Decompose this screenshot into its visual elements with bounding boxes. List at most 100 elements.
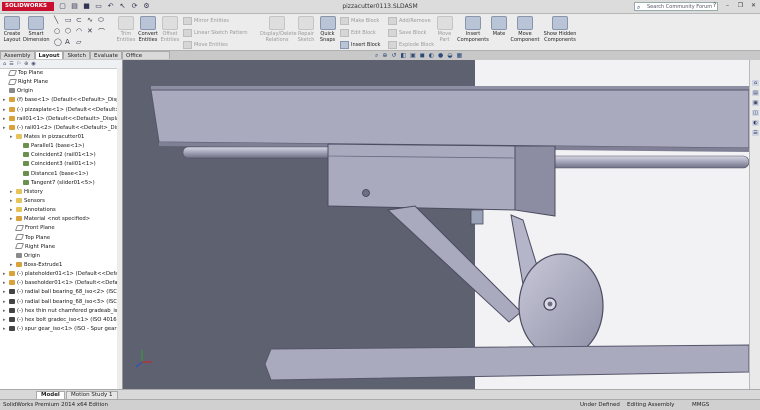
smart-dimension-button[interactable]: Smart Dimension [23, 16, 50, 43]
feature-manager-icon[interactable]: ⌂ [3, 61, 6, 67]
mate-button[interactable]: Mate [491, 16, 507, 37]
tree-item[interactable]: ▸ rail01<1> (Default<<Default>_Display [0, 115, 122, 124]
tab-evaluate[interactable]: Evaluate [90, 51, 123, 59]
tree-item[interactable]: Tangent7 (slider01<5>) [0, 179, 122, 188]
display-manager-icon[interactable]: ◉ [31, 61, 35, 67]
print-icon[interactable]: ▭ [94, 2, 103, 11]
make-block-button[interactable]: Make Block [340, 17, 379, 25]
tab-assembly[interactable]: Assembly [0, 51, 35, 59]
show-hidden-components-button[interactable]: Show Hidden Components [543, 16, 577, 43]
spline-icon[interactable]: ∿ [87, 16, 93, 24]
text-tool-icon[interactable]: A [65, 38, 70, 46]
plane-icon[interactable]: ▱ [76, 38, 81, 46]
slot-icon[interactable]: ⊂ [76, 16, 82, 24]
save-icon[interactable]: ■ [82, 2, 91, 11]
create-layout-button[interactable]: Create Layout [2, 16, 22, 43]
tree-item[interactable]: ▸ (-) rail01<2> (Default<<Default>_Dis [0, 124, 122, 133]
tab-office-products[interactable]: Office Products [122, 51, 170, 67]
tree-item[interactable]: ▸ (-) hex bolt gradec_iso<1> (ISO 4016 [0, 316, 122, 325]
tree-item[interactable]: Origin [0, 87, 122, 96]
appearances-icon[interactable]: ◐ [752, 120, 759, 126]
tree-item[interactable]: ▸ (-) radial ball bearing_68_iso<2> (ISC [0, 288, 122, 297]
tree-item[interactable]: ▸ Material <not specified> [0, 215, 122, 224]
new-document-icon[interactable]: ▢ [58, 2, 67, 11]
circle-icon[interactable]: ○ [54, 27, 60, 35]
add-remove-button[interactable]: Add/Remove [388, 17, 431, 25]
explode-block-button[interactable]: Explode Block [388, 41, 434, 49]
previous-view-icon[interactable]: ↺ [391, 52, 396, 60]
tree-item[interactable]: Right Plane [0, 78, 122, 87]
tree-item[interactable]: ▸ History [0, 188, 122, 197]
hide-show-icon[interactable]: ◐ [429, 52, 434, 60]
restore-icon[interactable]: ❐ [736, 1, 745, 10]
tree-item[interactable]: ▸ (-) hex thin nut chamfered gradeab_is [0, 307, 122, 316]
arc-icon[interactable]: ◠ [76, 27, 82, 35]
zoom-fit-icon[interactable]: ⌕ [375, 52, 378, 60]
file-explorer-icon[interactable]: ▣ [752, 100, 759, 106]
scene-icon[interactable]: ◒ [447, 52, 452, 60]
view-settings-icon[interactable]: ▦ [457, 52, 463, 60]
tree-item[interactable]: ▸ (-) baseholder01<1> (Default<<Defa [0, 279, 122, 288]
tree-item[interactable]: ▸ Boss-Extrude1 [0, 261, 122, 270]
solidworks-logo[interactable]: SOLIDWORKS [2, 2, 54, 11]
appearance-icon[interactable]: ● [438, 52, 443, 60]
display-style-icon[interactable]: ◼ [420, 52, 425, 60]
minimize-icon[interactable]: – [723, 1, 732, 10]
property-manager-icon[interactable]: ☰ [9, 61, 13, 67]
linear-sketch-pattern-button[interactable]: Linear Sketch Pattern [183, 29, 248, 37]
line-icon[interactable]: ╲ [54, 16, 58, 24]
ellipse-tool-icon[interactable]: ◯ [54, 38, 62, 46]
tree-item[interactable]: Distance1 (base<1>) [0, 170, 122, 179]
tree-item[interactable]: ▸ Sensors [0, 197, 122, 206]
rectangle-icon[interactable]: ▭ [65, 16, 72, 24]
save-block-button[interactable]: Save Block [388, 29, 426, 37]
help-icon[interactable]: ? [710, 1, 719, 10]
resources-icon[interactable]: ⌂ [752, 80, 759, 86]
fillet-icon[interactable]: ⌒ [98, 27, 105, 37]
zoom-area-icon[interactable]: ⊕ [382, 52, 387, 60]
tree-item[interactable]: ▸ (-) plateholder01<1> (Default<<Defa [0, 270, 122, 279]
tree-item[interactable]: Origin [0, 252, 122, 261]
close-icon[interactable]: ✕ [749, 1, 758, 10]
graphics-viewport[interactable] [123, 60, 749, 389]
custom-properties-icon[interactable]: ☰ [752, 130, 759, 136]
tree-item[interactable]: Coincident2 (rail01<1>) [0, 151, 122, 160]
tree-item[interactable]: ▸ (-) spur gear_iso<1> (ISO - Spur gear [0, 325, 122, 334]
mirror-entities-button[interactable]: Mirror Entities [183, 17, 229, 25]
view-palette-icon[interactable]: ◫ [752, 110, 759, 116]
section-view-icon[interactable]: ◧ [400, 52, 406, 60]
quick-snaps-button[interactable]: Quick Snaps [318, 16, 337, 43]
tree-item[interactable]: Coincident3 (rail01<1>) [0, 160, 122, 169]
tree-item[interactable]: ▸ (f) base<1> (Default<<Default>_Disp [0, 96, 122, 105]
open-folder-icon[interactable]: ▤ [70, 2, 79, 11]
options-icon[interactable]: ⚙ [142, 2, 151, 11]
polygon-icon[interactable]: ⬡ [65, 27, 71, 35]
search-community-input[interactable]: ⌕ Search Community Forum [634, 2, 718, 11]
configuration-manager-icon[interactable]: ⚐ [17, 61, 21, 67]
tree-item[interactable]: ▸ Annotations [0, 206, 122, 215]
tab-layout[interactable]: Layout [34, 51, 64, 59]
trim-entities-button[interactable]: Trim Entities [116, 16, 136, 43]
tree-item[interactable]: Parallel1 (base<1>) [0, 142, 122, 151]
tab-sketch[interactable]: Sketch [63, 51, 91, 59]
tree-item[interactable]: ▸ (-) pizzaplate<1> (Default<<Default>_ [0, 106, 122, 115]
display-delete-relations-button[interactable]: Display/Delete Relations [260, 16, 297, 43]
edit-block-button[interactable]: Edit Block [340, 29, 376, 37]
tree-item[interactable]: Front Plane [0, 224, 122, 233]
tree-item[interactable]: Right Plane [0, 243, 122, 252]
tree-scrollbar[interactable] [117, 68, 122, 389]
insert-components-button[interactable]: Insert Components [456, 16, 490, 43]
move-component-button[interactable]: Move Component [510, 16, 540, 43]
insert-block-button[interactable]: Insert Block [340, 41, 380, 49]
view-orientation-icon[interactable]: ▣ [410, 52, 416, 60]
repair-sketch-button[interactable]: Repair Sketch [297, 16, 315, 43]
tree-item[interactable]: ▸ (-) radial ball bearing_68_iso<3> (ISC [0, 298, 122, 307]
offset-entities-button[interactable]: Offset Entities [160, 16, 180, 43]
design-library-icon[interactable]: ▤ [752, 90, 759, 96]
ellipse-icon[interactable]: ⬭ [98, 16, 104, 25]
undo-icon[interactable]: ↶ [106, 2, 115, 11]
tree-item[interactable]: ▸ Mates in pizzacutter01 [0, 133, 122, 142]
move-part-button[interactable]: Move Part [435, 16, 454, 43]
point-icon[interactable]: ✕ [87, 27, 93, 35]
tree-item[interactable]: Top Plane [0, 69, 122, 78]
